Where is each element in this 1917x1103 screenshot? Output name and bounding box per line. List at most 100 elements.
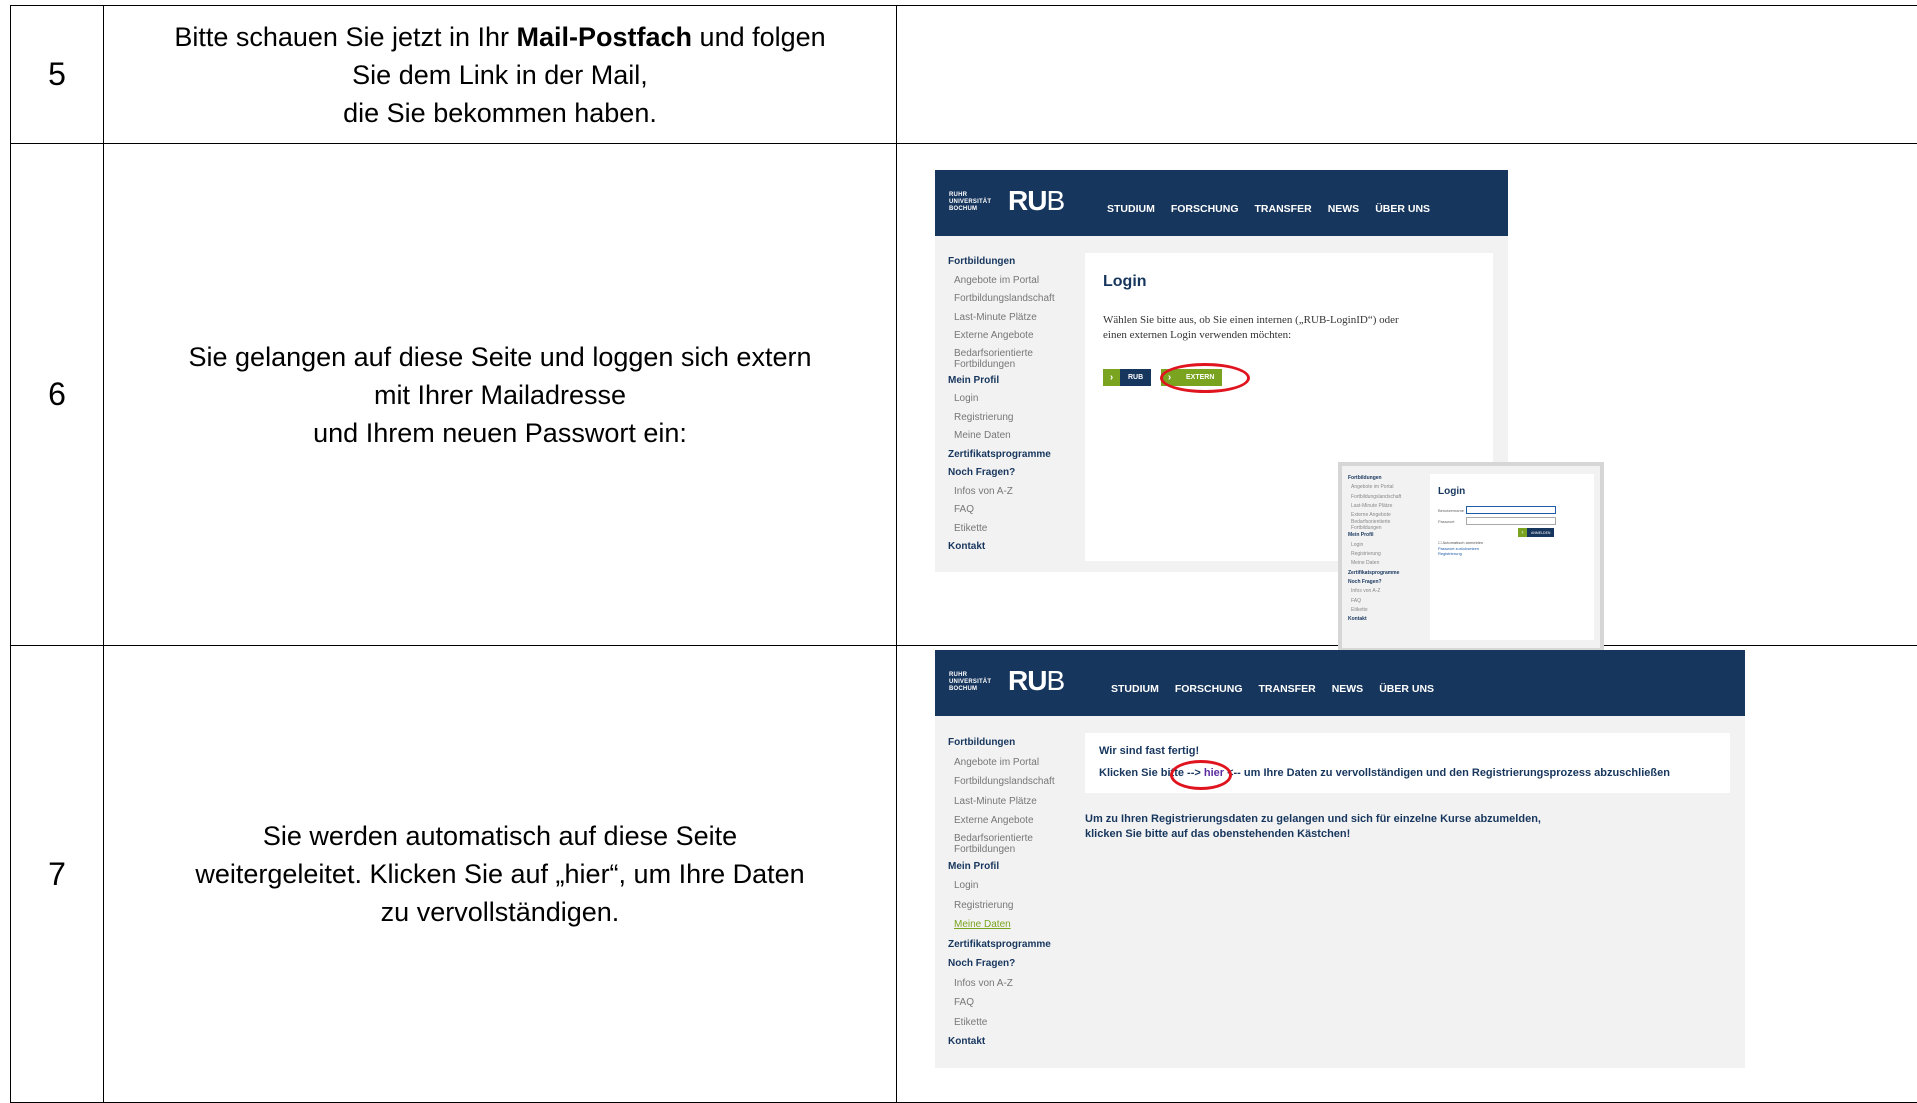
step-text-line: Bitte schauen Sie jetzt in Ihr Mail-Post… [104, 18, 896, 56]
sidebar-login[interactable]: Login [948, 876, 1055, 896]
sidebar-angebote[interactable]: Angebote im Portal [948, 272, 1055, 291]
login-title: Login [1103, 273, 1147, 290]
sidebar-daten[interactable]: Meine Daten [948, 427, 1055, 446]
rub-button-label: RUB [1128, 374, 1144, 381]
sidebar-login[interactable]: Login [948, 390, 1055, 409]
logo-line: UNIVERSITÄT [949, 199, 992, 205]
logo-bold: RU [1008, 665, 1047, 696]
sidebar-extern[interactable]: Externe Angebote [948, 811, 1055, 831]
login-form-overlay: Fortbildungen Angebote im Portal Fortbil… [1338, 462, 1604, 652]
sidebar-extern[interactable]: Externe Angebote [948, 327, 1055, 346]
fertig-info-line: klicken Sie bitte auf das obenstehenden … [1085, 828, 1351, 840]
rub-nav: STUDIUM FORSCHUNG TRANSFER NEWS ÜBER UNS [1111, 683, 1434, 695]
ov-sidebar-item: Mein Profil [1348, 532, 1374, 539]
logo-line: BOCHUM [949, 206, 978, 212]
step-text-line: zu vervollständigen. [380, 897, 620, 927]
hier-highlight-circle [1170, 760, 1232, 790]
ov-sidebar-item: Noch Fragen? [1348, 578, 1382, 585]
rub-login-button[interactable]: › RUB [1103, 369, 1152, 386]
logo-line: BOCHUM [949, 686, 978, 692]
sidebar-profil[interactable]: Mein Profil [948, 372, 1055, 391]
sidebar-registrierung[interactable]: Registrierung [948, 896, 1055, 916]
step-text-line: die Sie bekommen haben. [343, 97, 657, 128]
auto-login-checkbox[interactable]: ☐ Automatisch anmelden [1438, 540, 1483, 545]
sidebar-kontakt[interactable]: Kontakt [948, 1032, 1055, 1052]
rub-sidebar: Fortbildungen Angebote im Portal Fortbil… [948, 253, 1055, 557]
nav-news[interactable]: NEWS [1332, 683, 1364, 695]
fertig-info: Um zu Ihren Registrierungsdaten zu gelan… [1085, 812, 1541, 842]
login-text-line: einen externen Login verwenden möchten: [1103, 329, 1292, 341]
step-text: Sie werden automatisch auf diese Seite w… [103, 645, 897, 1103]
rub-header: RUHR UNIVERSITÄT BOCHUM RUB STUDIUM FORS… [935, 650, 1745, 716]
extern-highlight-circle [1160, 363, 1250, 393]
anmelden-label: ANMELDEN [1531, 530, 1551, 535]
logo-line: RUHR [949, 672, 968, 678]
sidebar-fragen[interactable]: Noch Fragen? [948, 464, 1055, 483]
ov-sidebar-item: Registrierung [1351, 551, 1381, 558]
sidebar-daten-active[interactable]: Meine Daten [948, 915, 1055, 935]
sidebar-registrierung[interactable]: Registrierung [948, 409, 1055, 428]
nav-ueber-uns[interactable]: ÜBER UNS [1379, 683, 1434, 695]
text-part: und folgen [692, 21, 826, 52]
ov-sidebar-item: Angebote im Portal [1351, 484, 1394, 491]
ov-sidebar-item: Fortbildungslandschaft [1351, 493, 1402, 500]
ov-sidebar-item: Login [1351, 541, 1364, 548]
step-row-6: 6 Sie gelangen auf diese Seite und logge… [10, 143, 1917, 652]
fertig-line-post: <-- um Ihre Daten zu vervollständigen un… [1224, 767, 1670, 779]
nav-studium[interactable]: STUDIUM [1111, 683, 1159, 695]
step-text-line: mit Ihrer Mailadresse [373, 379, 627, 410]
text-part: Bitte schauen Sie jetzt in Ihr [174, 21, 517, 52]
ov-sidebar-item: Meine Daten [1351, 560, 1380, 567]
nav-transfer[interactable]: TRANSFER [1255, 203, 1312, 215]
sidebar-landschaft[interactable]: Fortbildungslandschaft [948, 772, 1055, 792]
step-image-cell: RUHR UNIVERSITÄT BOCHUM RUB STUDIUM FORS… [896, 143, 1917, 652]
sidebar-bedarf[interactable]: Bedarfsorientierte Fortbildungen [948, 831, 1055, 857]
sidebar-lastminute[interactable]: Last-Minute Plätze [948, 792, 1055, 812]
rub-logo: RUB [1008, 185, 1065, 217]
overlay-login-panel: Login Benutzername Passwort › ANMELDEN ☐ … [1430, 474, 1594, 640]
arrow-right-icon: › [1518, 528, 1527, 537]
sidebar-faq[interactable]: FAQ [948, 501, 1055, 520]
sidebar-angebote[interactable]: Angebote im Portal [948, 753, 1055, 773]
sidebar-bedarf-line: Bedarfsorientierte [954, 832, 1033, 844]
sidebar-lastminute[interactable]: Last-Minute Plätze [948, 309, 1055, 328]
step-row-5: 5 Bitte schauen Sie jetzt in Ihr Mail-Po… [10, 5, 1917, 144]
rub-logo-small: RUHR UNIVERSITÄT BOCHUM [949, 192, 991, 213]
register-link[interactable]: Registrierung [1438, 551, 1479, 556]
sidebar-infos[interactable]: Infos von A-Z [948, 974, 1055, 994]
nav-transfer[interactable]: TRANSFER [1259, 683, 1316, 695]
nav-forschung[interactable]: FORSCHUNG [1175, 683, 1243, 695]
nav-news[interactable]: NEWS [1328, 203, 1360, 215]
sidebar-fragen[interactable]: Noch Fragen? [948, 954, 1055, 974]
logo-line: UNIVERSITÄT [949, 679, 992, 685]
sidebar-zertifikat[interactable]: Zertifikatsprogramme [948, 935, 1055, 955]
steps-table: 5 Bitte schauen Sie jetzt in Ihr Mail-Po… [10, 5, 1917, 1103]
sidebar-etikette[interactable]: Etikette [948, 1013, 1055, 1033]
sidebar-bedarf-line: Fortbildungen [954, 843, 1016, 855]
sidebar-landschaft[interactable]: Fortbildungslandschaft [948, 290, 1055, 309]
nav-forschung[interactable]: FORSCHUNG [1171, 203, 1239, 215]
sidebar-infos[interactable]: Infos von A-Z [948, 483, 1055, 502]
password-field[interactable] [1466, 517, 1556, 525]
step-image-cell: RUHR UNIVERSITÄT BOCHUM RUB STUDIUM FORS… [896, 645, 1917, 1103]
logo-thin: B [1046, 665, 1065, 696]
sidebar-fortbildungen[interactable]: Fortbildungen [948, 733, 1055, 753]
sidebar-fortbildungen[interactable]: Fortbildungen [948, 253, 1055, 272]
login-text-line: Wählen Sie bitte aus, ob Sie einen inter… [1103, 314, 1399, 326]
sidebar-bedarf[interactable]: Bedarfsorientierte Fortbildungen [948, 346, 1055, 372]
step-number: 5 [10, 5, 104, 144]
username-field[interactable] [1466, 506, 1556, 514]
nav-studium[interactable]: STUDIUM [1107, 203, 1155, 215]
overlay-sidebar: Fortbildungen Angebote im Portal Fortbil… [1348, 474, 1401, 624]
ov-sidebar-item: Fortbildungen [1348, 475, 1382, 481]
sidebar-faq[interactable]: FAQ [948, 993, 1055, 1013]
sidebar-etikette[interactable]: Etikette [948, 520, 1055, 539]
label-password: Passwort [1438, 519, 1455, 524]
sidebar-profil[interactable]: Mein Profil [948, 857, 1055, 877]
fertig-info-line: Um zu Ihren Registrierungsdaten zu gelan… [1085, 813, 1541, 825]
anmelden-button[interactable]: › ANMELDEN [1518, 528, 1555, 537]
sidebar-zertifikat[interactable]: Zertifikatsprogramme [948, 446, 1055, 465]
arrow-right-icon: › [1103, 369, 1120, 386]
sidebar-kontakt[interactable]: Kontakt [948, 538, 1055, 557]
nav-ueber-uns[interactable]: ÜBER UNS [1375, 203, 1430, 215]
